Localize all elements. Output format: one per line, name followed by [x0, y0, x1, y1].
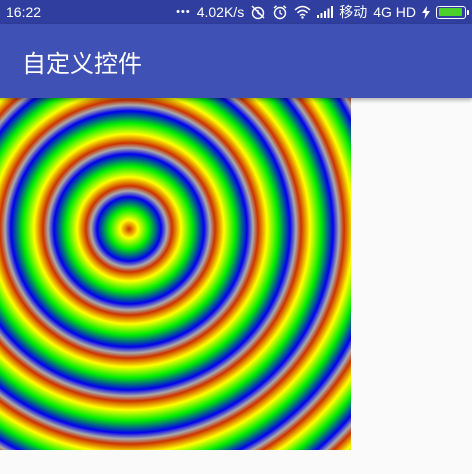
network-type: 4G HD [373, 4, 416, 20]
status-time: 16:22 [6, 4, 42, 20]
battery-level-fill [438, 8, 463, 16]
page-title: 自定义控件 [22, 50, 142, 78]
app-bar: 自定义控件 [0, 24, 472, 98]
network-speed: 4.02K/s [196, 4, 245, 20]
more-notifications-dots: ••• [176, 6, 191, 18]
signal-icon [317, 6, 334, 18]
battery-icon [436, 5, 469, 19]
alarm-off-icon [250, 4, 266, 20]
charging-bolt-icon [422, 5, 430, 19]
carrier-name: 移动 [339, 4, 368, 20]
status-bar: 16:22 ••• 4.02K/s 移动 4G HD [0, 0, 472, 24]
main-content [0, 98, 472, 474]
wifi-icon [294, 5, 311, 19]
status-icons: ••• 4.02K/s 移动 4G HD [176, 2, 469, 22]
concentric-rings-custom-view [0, 98, 351, 450]
alarm-icon [272, 4, 288, 20]
